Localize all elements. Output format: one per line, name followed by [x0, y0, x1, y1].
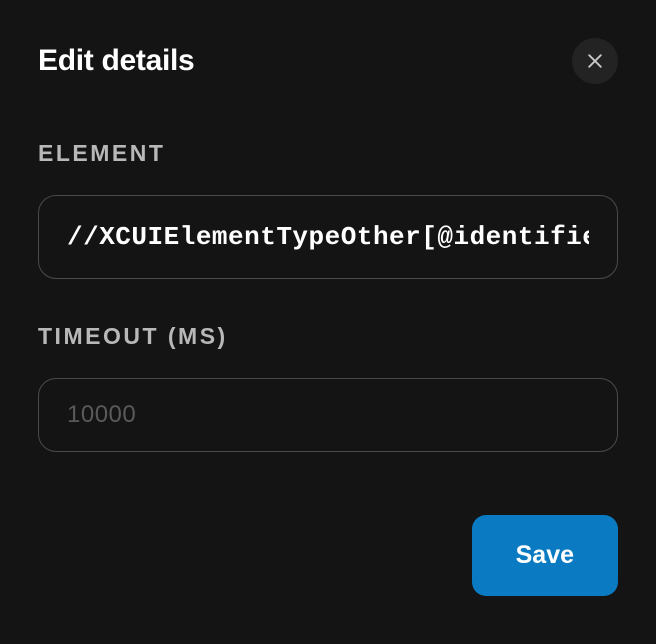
- element-input[interactable]: [67, 222, 589, 252]
- timeout-input-wrapper: [38, 378, 618, 452]
- element-label: ELEMENT: [38, 140, 618, 167]
- close-button[interactable]: [572, 38, 618, 84]
- timeout-label: TIMEOUT (MS): [38, 323, 618, 350]
- close-icon: [585, 51, 605, 71]
- edit-details-modal: Edit details ELEMENT TIMEOUT (MS) Save: [0, 0, 656, 644]
- modal-header: Edit details: [38, 38, 618, 84]
- element-input-wrapper: [38, 195, 618, 279]
- save-button[interactable]: Save: [472, 515, 618, 596]
- modal-title: Edit details: [38, 44, 194, 78]
- timeout-input[interactable]: [67, 401, 589, 429]
